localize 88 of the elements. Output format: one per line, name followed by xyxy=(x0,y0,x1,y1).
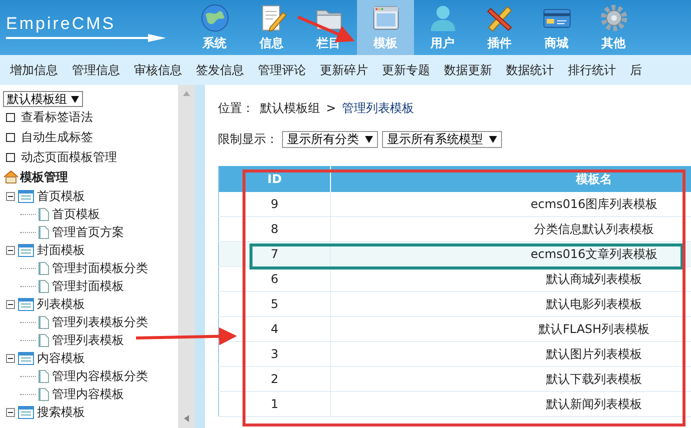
page-icon xyxy=(38,280,49,292)
gear-icon[interactable] xyxy=(598,3,628,33)
page-icon xyxy=(38,208,49,220)
template-name-cell: 默认下载列表模板 xyxy=(330,366,691,392)
table-row[interactable]: 7 ecms016文章列表模板 xyxy=(218,242,691,266)
template-group-select[interactable]: 默认模板组 xyxy=(3,91,83,107)
table-row[interactable]: 1 默认新闻列表模板 xyxy=(218,392,691,416)
id-cell: 1 xyxy=(218,392,331,416)
template-list-icon xyxy=(18,190,34,202)
tree-group[interactable]: 封面模板 xyxy=(37,242,85,258)
submenu-link[interactable]: 后 xyxy=(630,62,656,78)
id-cell: 4 xyxy=(218,316,331,342)
scroll-left-icon[interactable] xyxy=(184,415,189,422)
tree-item[interactable]: 管理首页方案 xyxy=(52,224,124,240)
submenu-link[interactable]: 排行统计 xyxy=(568,62,630,78)
tree-item[interactable]: 管理内容模板 xyxy=(52,386,124,402)
logo-arrow-icon xyxy=(6,34,166,42)
square-bullet-icon xyxy=(6,132,15,142)
submenu-link[interactable]: 数据统计 xyxy=(506,62,568,78)
table-row[interactable]: 9 ecms016图库列表模板 xyxy=(218,192,691,216)
square-bullet-icon xyxy=(6,152,15,162)
submenu-link[interactable]: 管理信息 xyxy=(72,62,134,78)
filter-select[interactable]: 显示所有分类 xyxy=(282,131,378,148)
collapse-icon[interactable] xyxy=(6,354,15,362)
id-cell: 6 xyxy=(218,266,331,292)
collapse-icon[interactable] xyxy=(6,246,15,254)
submenu-link[interactable]: 管理评论 xyxy=(258,62,320,78)
caret-icon xyxy=(365,136,373,143)
template-name-cell: 默认新闻列表模板 xyxy=(330,392,691,416)
template-list-icon xyxy=(18,406,34,418)
template-list-icon xyxy=(18,352,34,364)
tree-item[interactable]: 管理封面模板分类 xyxy=(52,260,148,276)
submenu-link[interactable]: 签发信息 xyxy=(196,62,258,78)
tree-root[interactable]: 模板管理 xyxy=(20,168,68,186)
id-cell: 3 xyxy=(218,342,331,366)
page-icon xyxy=(38,388,49,400)
breadcrumb-label: 位置： xyxy=(218,100,254,116)
filter-select[interactable]: 显示所有系统模型 xyxy=(382,131,502,148)
template-list-icon xyxy=(18,244,34,256)
template-name-cell: ecms016图库列表模板 xyxy=(330,192,691,216)
template-name-cell: 默认电影列表模板 xyxy=(330,292,691,316)
table-row[interactable]: 2 默认下载列表模板 xyxy=(218,366,691,392)
filter-label: 限制显示： xyxy=(218,131,278,148)
template-list-icon xyxy=(18,298,34,310)
table-row[interactable]: 4 默认FLASH列表模板 xyxy=(218,316,691,342)
submenu-link[interactable]: 更新专题 xyxy=(382,62,444,78)
submenu-link[interactable]: 增加信息 xyxy=(10,62,72,78)
submenu-link[interactable]: 审核信息 xyxy=(134,62,196,78)
sidebar-link[interactable]: 动态页面模板管理 xyxy=(21,148,117,166)
caret-icon xyxy=(489,136,497,143)
sidebar-link[interactable]: 自动生成标签 xyxy=(21,128,93,146)
tree-group[interactable]: 内容模板 xyxy=(37,350,85,366)
id-cell: 2 xyxy=(218,366,331,392)
page-icon xyxy=(38,370,49,382)
breadcrumb-separator: > xyxy=(326,101,336,115)
home-icon xyxy=(3,170,19,184)
collapse-icon[interactable] xyxy=(6,192,15,200)
page-icon xyxy=(38,262,49,274)
breadcrumb-link[interactable]: 管理列表模板 xyxy=(342,100,414,116)
page-icon xyxy=(38,226,49,238)
template-name-cell: 默认图片列表模板 xyxy=(330,342,691,366)
page-icon xyxy=(38,316,49,328)
sidebar-link[interactable]: 查看标签语法 xyxy=(21,108,93,126)
submenu-link[interactable]: 更新碎片 xyxy=(320,62,382,78)
caret-icon xyxy=(71,96,79,102)
tree-group[interactable]: 首页模板 xyxy=(37,188,85,204)
tree-item[interactable]: 管理封面模板 xyxy=(52,278,124,294)
tree-item[interactable]: 管理列表模板 xyxy=(52,332,124,348)
tree-item[interactable]: 首页模板 xyxy=(52,206,100,222)
id-cell: 5 xyxy=(218,292,331,316)
globe-icon[interactable] xyxy=(200,3,230,33)
tree-group[interactable]: 搜索模板 xyxy=(37,404,85,420)
table-row[interactable]: 5 默认电影列表模板 xyxy=(218,292,691,316)
page-icon xyxy=(38,334,49,346)
id-cell: 9 xyxy=(218,192,331,216)
submenu-link[interactable]: 数据更新 xyxy=(444,62,506,78)
breadcrumb-link[interactable]: 默认模板组 xyxy=(260,100,320,116)
square-bullet-icon xyxy=(6,112,15,122)
template-name-cell: 默认FLASH列表模板 xyxy=(330,316,691,342)
tree-group[interactable]: 列表模板 xyxy=(37,296,85,312)
tree-item[interactable]: 管理列表模板分类 xyxy=(52,314,148,330)
tree-item[interactable]: 管理内容模板分类 xyxy=(52,368,148,384)
collapse-icon[interactable] xyxy=(6,300,15,308)
logo-text: EmpireCMS xyxy=(6,14,117,34)
template-name-cell: 默认商城列表模板 xyxy=(330,266,691,292)
collapse-icon[interactable] xyxy=(6,408,15,416)
table-row[interactable]: 6 默认商城列表模板 xyxy=(218,266,691,292)
table-row[interactable]: 3 默认图片列表模板 xyxy=(218,342,691,366)
